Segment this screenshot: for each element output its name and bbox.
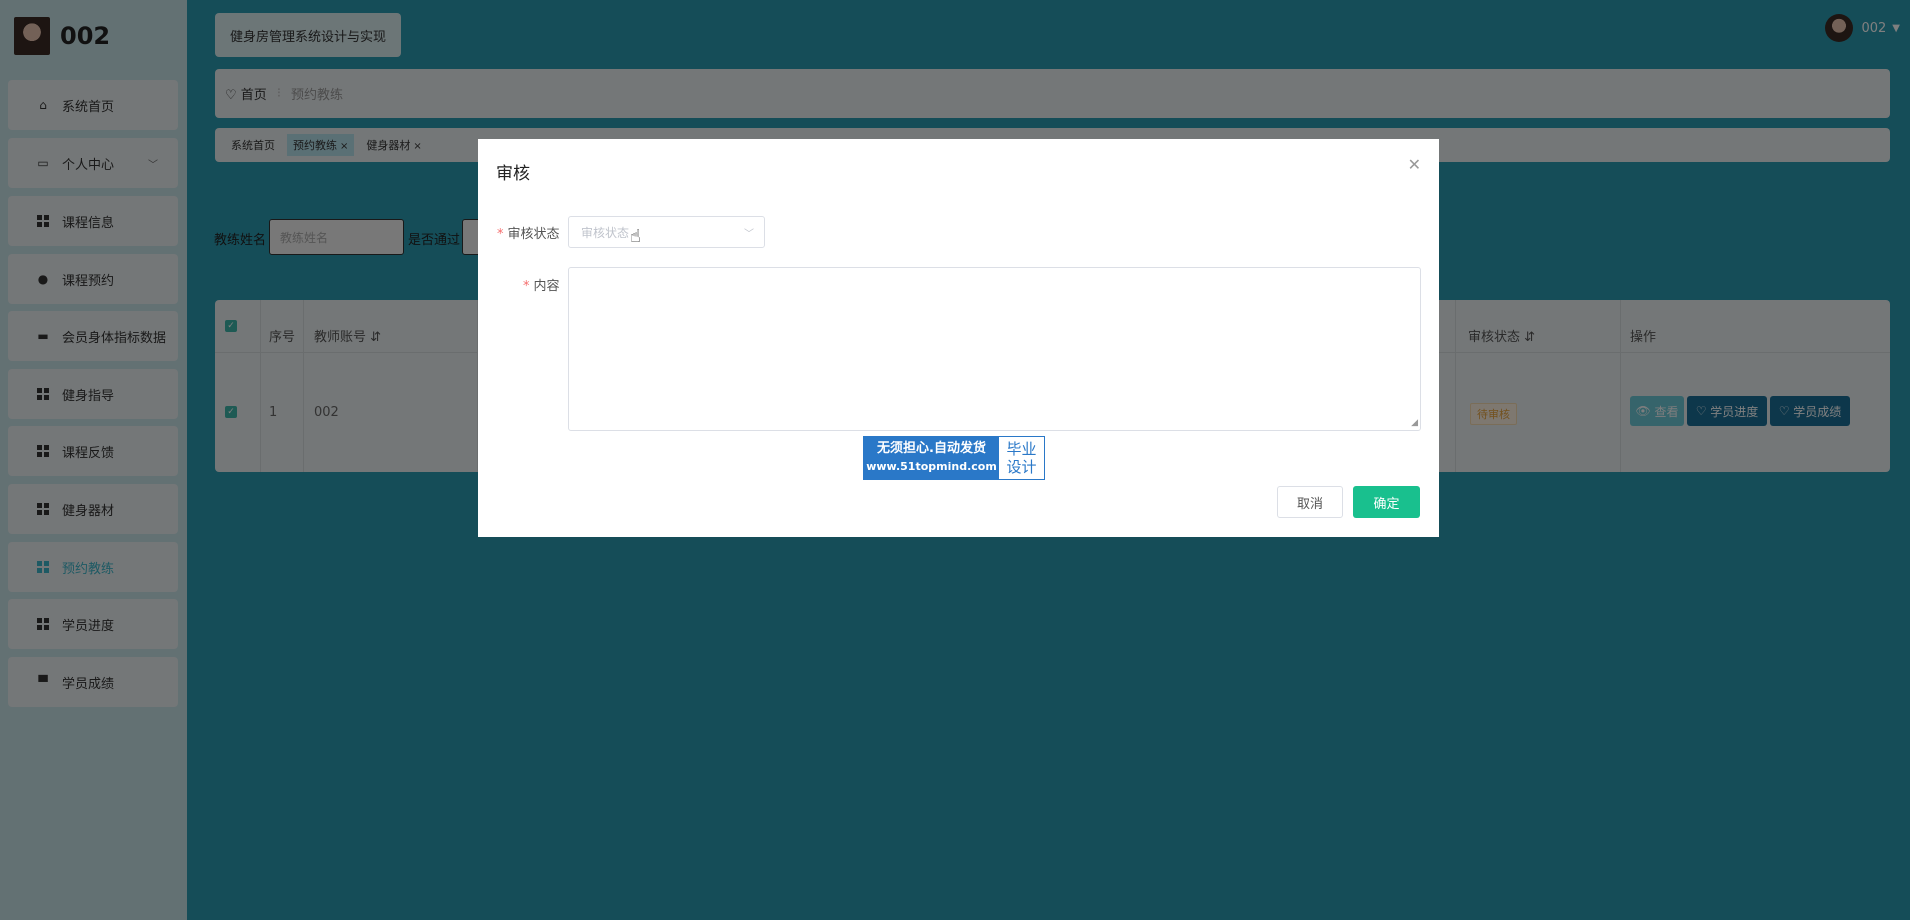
confirm-button[interactable]: 确定 <box>1353 486 1420 518</box>
cancel-button[interactable]: 取消 <box>1277 486 1343 518</box>
close-icon[interactable]: ✕ <box>1408 155 1421 174</box>
chevron-down-icon: ﹀ <box>744 229 754 240</box>
watermark-banner: 无须担心.自动发货 www.51topmind.com 毕业 设计 <box>863 436 1045 480</box>
dialog-title: 审核 <box>496 164 530 184</box>
resize-handle-icon[interactable]: ◢ <box>1411 418 1418 428</box>
hand-cursor-icon: ☝ <box>630 226 641 247</box>
content-textarea[interactable]: ◢ <box>568 267 1421 431</box>
review-dialog: 审核 ✕ * 审核状态 审核状态 ﹀ * 内容 ◢ 无须担心.自动发货 www.51… <box>478 139 1439 537</box>
status-field-label: * 审核状态 <box>497 227 560 242</box>
status-select[interactable]: 审核状态 ﹀ <box>568 216 765 248</box>
content-field-label: * 内容 <box>523 279 560 294</box>
